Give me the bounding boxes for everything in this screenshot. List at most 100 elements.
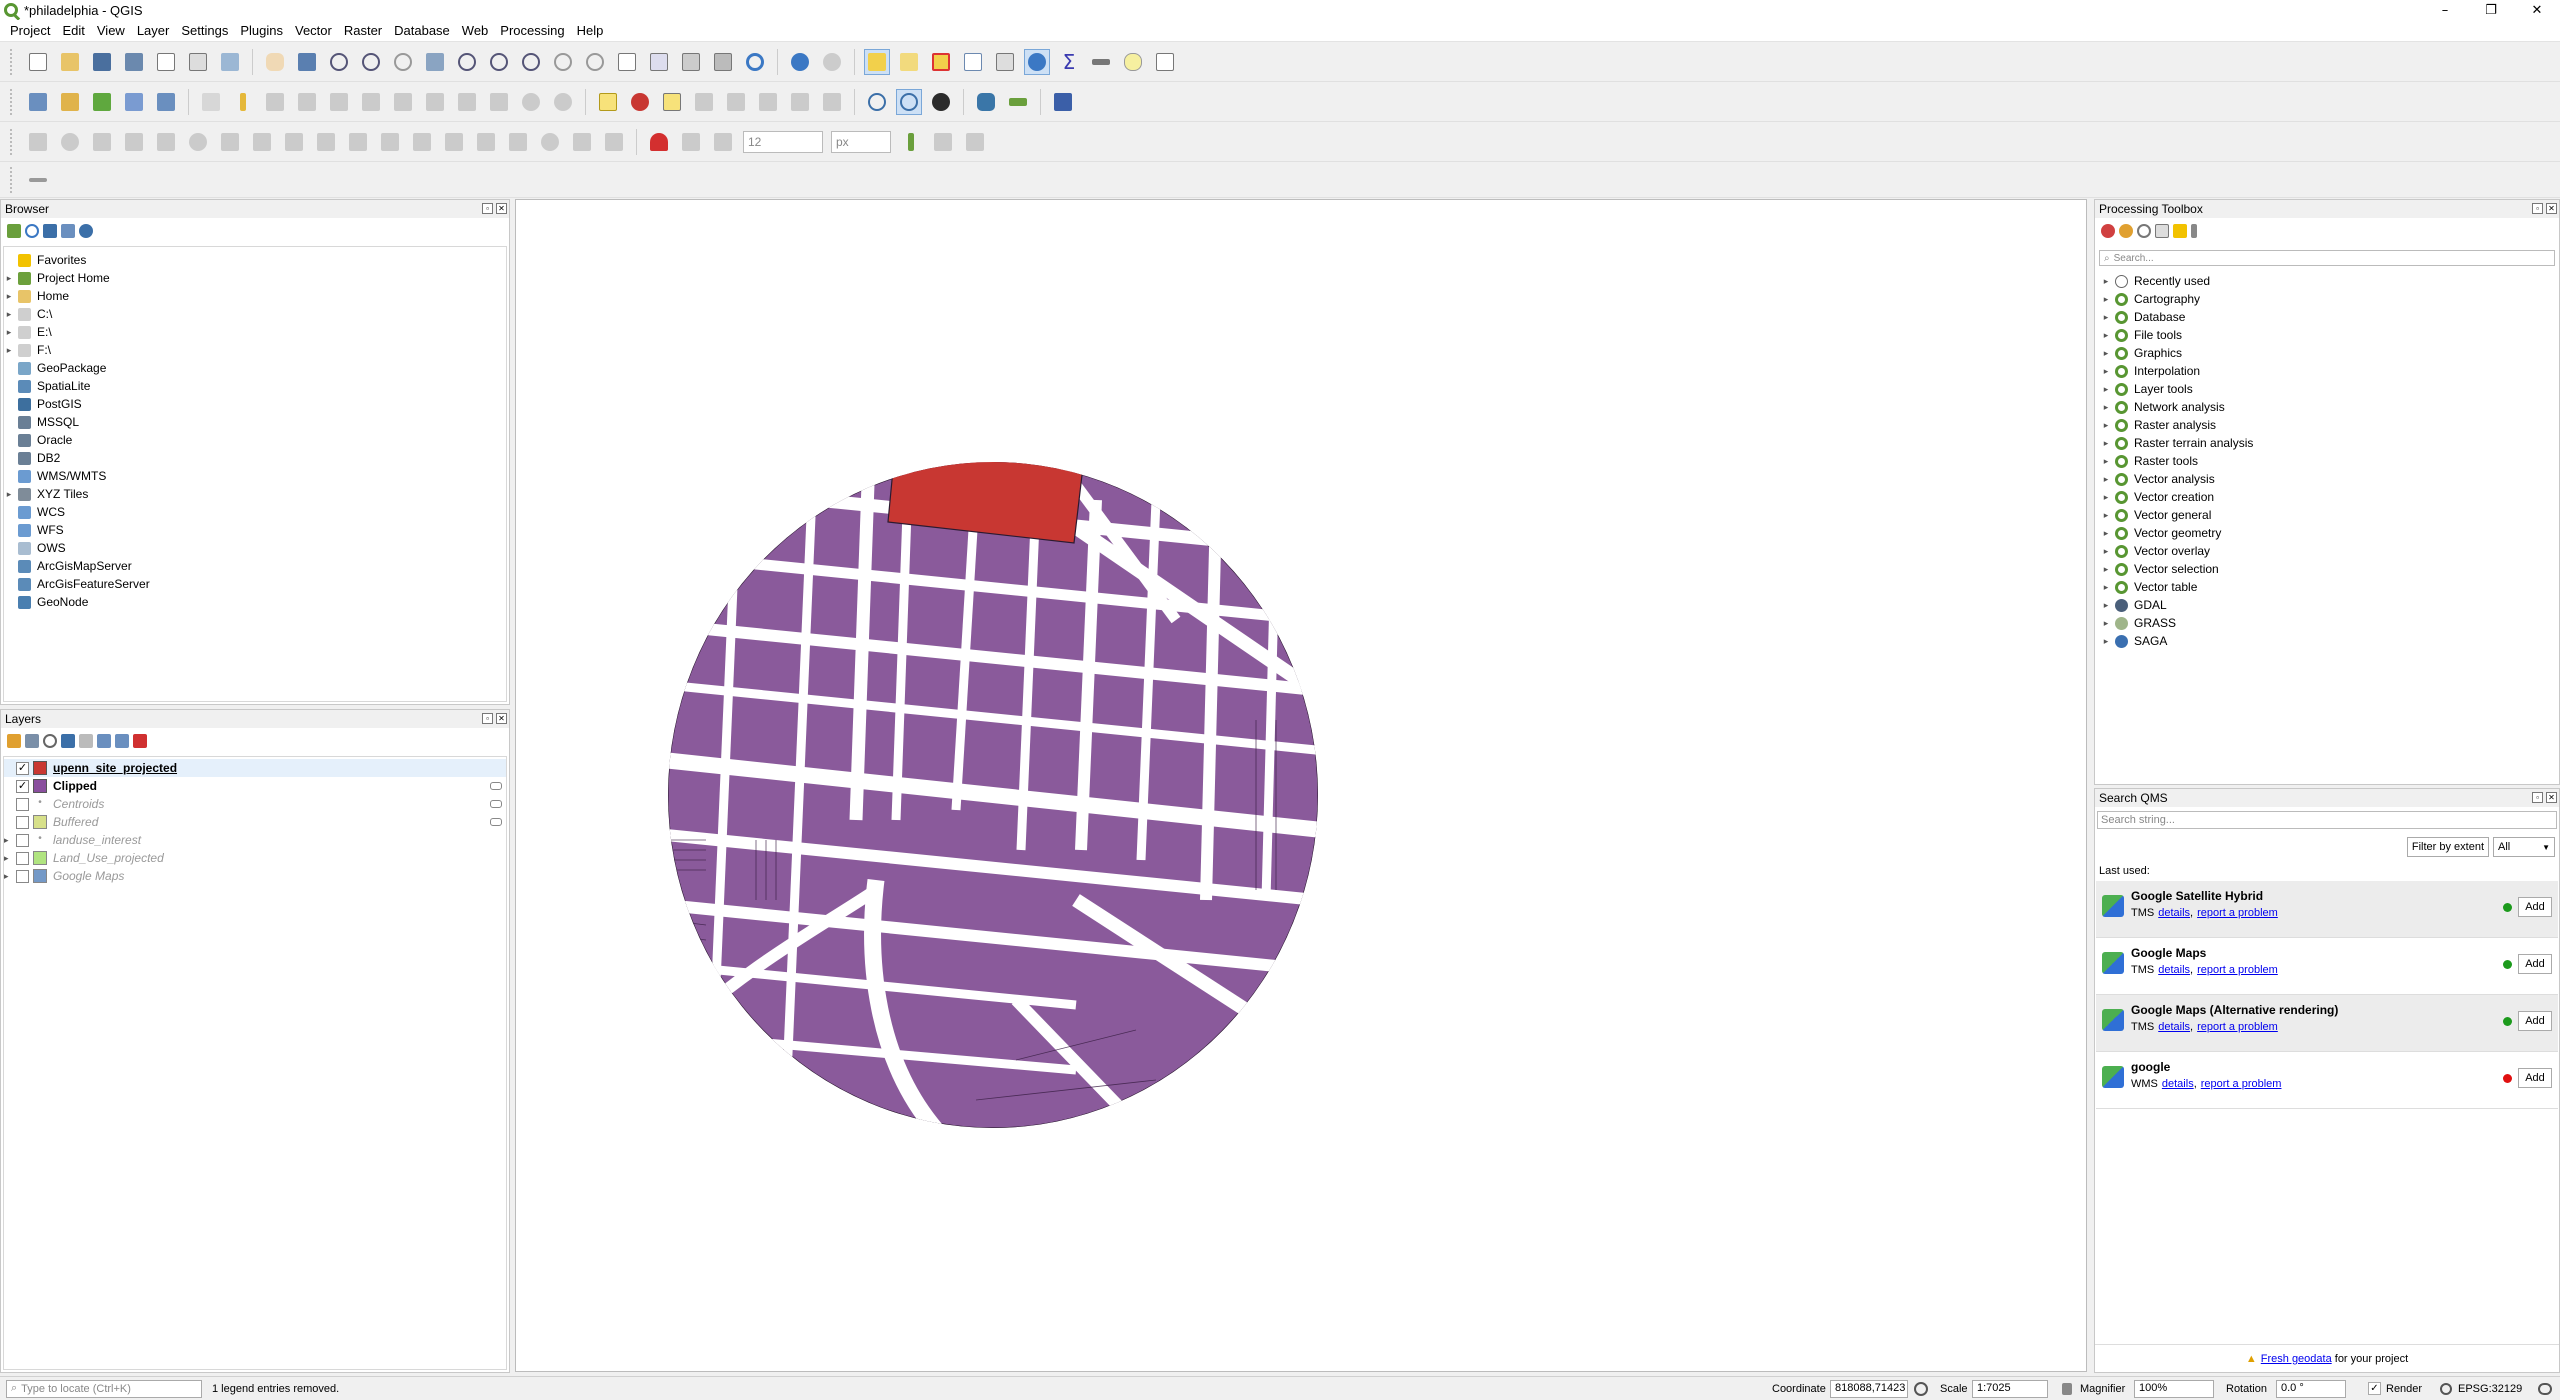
save-as-icon[interactable] <box>121 49 147 75</box>
select-features-icon[interactable] <box>864 48 890 75</box>
measure-icon[interactable] <box>1088 49 1114 75</box>
edit-features-in-place-icon[interactable] <box>2173 224 2187 238</box>
snap-tolerance-input[interactable]: 12 <box>743 130 823 153</box>
refresh-icon[interactable] <box>25 224 39 238</box>
menu-project[interactable]: Project <box>4 23 56 38</box>
browser-item[interactable]: SpatiaLite <box>4 377 506 395</box>
menu-layer[interactable]: Layer <box>131 23 176 38</box>
browser-item[interactable]: WFS <box>4 521 506 539</box>
processing-group[interactable]: ▸ Layer tools <box>2097 380 2557 398</box>
show-bookmarks-icon[interactable] <box>710 49 736 75</box>
advanced-digitizing-icon[interactable] <box>25 129 51 155</box>
processing-group[interactable]: ▸ Vector selection <box>2097 560 2557 578</box>
processing-group[interactable]: ▸ Vector geometry <box>2097 524 2557 542</box>
zoom-layer-icon[interactable] <box>486 49 512 75</box>
layer-visibility-checkbox[interactable] <box>16 851 29 865</box>
layer-row[interactable]: ▸ Land_Use_projected <box>4 849 506 867</box>
browser-item[interactable]: Oracle <box>4 431 506 449</box>
minimize-button[interactable]: – <box>2422 0 2468 20</box>
details-link[interactable]: details <box>2162 1078 2194 1090</box>
digitize-icon[interactable] <box>294 89 320 115</box>
menu-view[interactable]: View <box>91 23 131 38</box>
expand-arrow-icon[interactable]: ▸ <box>4 273 14 284</box>
menu-database[interactable]: Database <box>388 23 456 38</box>
processing-group[interactable]: ▸ Cartography <box>2097 290 2557 308</box>
expand-arrow-icon[interactable]: ▸ <box>4 489 14 500</box>
layer-visibility-checkbox[interactable] <box>16 797 29 811</box>
offset-curve-icon[interactable] <box>377 129 403 155</box>
python-console-icon[interactable] <box>973 89 999 115</box>
float-panel-icon[interactable]: ▫ <box>482 713 493 724</box>
browser-item[interactable]: Favorites <box>4 251 506 269</box>
feature-count-icon[interactable] <box>490 800 502 808</box>
browser-item[interactable]: GeoNode <box>4 593 506 611</box>
deselect-icon[interactable] <box>928 49 954 75</box>
float-panel-icon[interactable]: ▫ <box>2532 203 2543 214</box>
add-ring-icon[interactable] <box>185 129 211 155</box>
undo-icon[interactable] <box>518 89 544 115</box>
maximize-button[interactable]: ❐ <box>2468 0 2514 20</box>
qms-service-item[interactable]: google WMS details, report a problem Add <box>2096 1052 2558 1109</box>
expand-arrow-icon[interactable]: ▸ <box>2101 474 2111 485</box>
browser-item[interactable]: PostGIS <box>4 395 506 413</box>
refresh-icon[interactable] <box>742 49 768 75</box>
cut-icon[interactable] <box>422 89 448 115</box>
browser-item[interactable]: ArcGisFeatureServer <box>4 575 506 593</box>
data-source-manager-icon[interactable] <box>25 89 51 115</box>
models-icon[interactable] <box>2101 224 2115 238</box>
add-part-icon[interactable] <box>217 129 243 155</box>
add-layer-icon[interactable] <box>153 89 179 115</box>
tracing-icon[interactable] <box>962 129 988 155</box>
report-problem-link[interactable]: report a problem <box>2197 964 2278 976</box>
fresh-geodata-link[interactable]: Fresh geodata <box>2261 1353 2332 1365</box>
add-vector-layer-icon[interactable] <box>89 89 115 115</box>
rotation-spinbox[interactable]: 0.0 ° <box>2276 1379 2346 1398</box>
browser-item[interactable]: GeoPackage <box>4 359 506 377</box>
processing-search-input[interactable]: ⌕ Search... <box>2099 250 2555 266</box>
qms-search-input[interactable]: Search string... <box>2097 811 2557 829</box>
layer-row[interactable]: Buffered <box>4 813 506 831</box>
style-manager-icon[interactable] <box>217 49 243 75</box>
expand-arrow-icon[interactable]: ▸ <box>2101 564 2111 575</box>
pin-labels-icon[interactable] <box>691 89 717 115</box>
map-canvas[interactable] <box>515 199 2087 1372</box>
processing-group[interactable]: ▸ GRASS <box>2097 614 2557 632</box>
filter-by-extent-button[interactable]: Filter by extent <box>2406 837 2489 857</box>
select-by-value-icon[interactable] <box>896 49 922 75</box>
layer-visibility-checkbox[interactable] <box>16 869 29 883</box>
map-tips-icon[interactable] <box>1120 49 1146 75</box>
new-3d-view-icon[interactable] <box>646 49 672 75</box>
report-problem-link[interactable]: report a problem <box>2201 1078 2282 1090</box>
menu-help[interactable]: Help <box>571 23 610 38</box>
offset-point-icon[interactable] <box>569 129 595 155</box>
messages-bubble-icon[interactable] <box>2538 1382 2552 1395</box>
save-edits-icon[interactable] <box>262 89 288 115</box>
processing-group[interactable]: ▸ Vector table <box>2097 578 2557 596</box>
topological-editing-icon[interactable] <box>898 129 924 155</box>
shape-digitizing-icon[interactable] <box>57 129 83 155</box>
modify-attributes-icon[interactable] <box>358 89 384 115</box>
zoom-native-icon[interactable] <box>518 49 544 75</box>
new-geopackage-icon[interactable] <box>57 89 83 115</box>
layer-row[interactable]: ▸ Google Maps <box>4 867 506 885</box>
float-panel-icon[interactable]: ▫ <box>2532 792 2543 803</box>
globe-crs-icon[interactable] <box>2440 1382 2452 1395</box>
render-checkbox[interactable]: ✓ <box>2368 1382 2381 1395</box>
qms-search-icon[interactable] <box>864 89 890 115</box>
details-link[interactable]: details <box>2158 964 2190 976</box>
expand-arrow-icon[interactable]: ▸ <box>2101 456 2111 467</box>
layer-visibility-checkbox[interactable]: ✓ <box>16 779 29 793</box>
expand-arrow-icon[interactable]: ▸ <box>4 309 14 320</box>
details-link[interactable]: details <box>2158 1021 2190 1033</box>
processing-group[interactable]: ▸ Vector creation <box>2097 488 2557 506</box>
copy-icon[interactable] <box>454 89 480 115</box>
save-project-icon[interactable] <box>89 49 115 75</box>
layer-styling-icon[interactable] <box>7 734 21 748</box>
menu-edit[interactable]: Edit <box>56 23 90 38</box>
crs-button[interactable]: EPSG:32129 <box>2458 1383 2522 1395</box>
pan-hand-icon[interactable] <box>262 49 288 75</box>
close-panel-icon[interactable]: ✕ <box>2546 203 2557 214</box>
browser-item[interactable]: WCS <box>4 503 506 521</box>
delete-part-icon[interactable] <box>313 129 339 155</box>
close-panel-icon[interactable]: ✕ <box>496 203 507 214</box>
